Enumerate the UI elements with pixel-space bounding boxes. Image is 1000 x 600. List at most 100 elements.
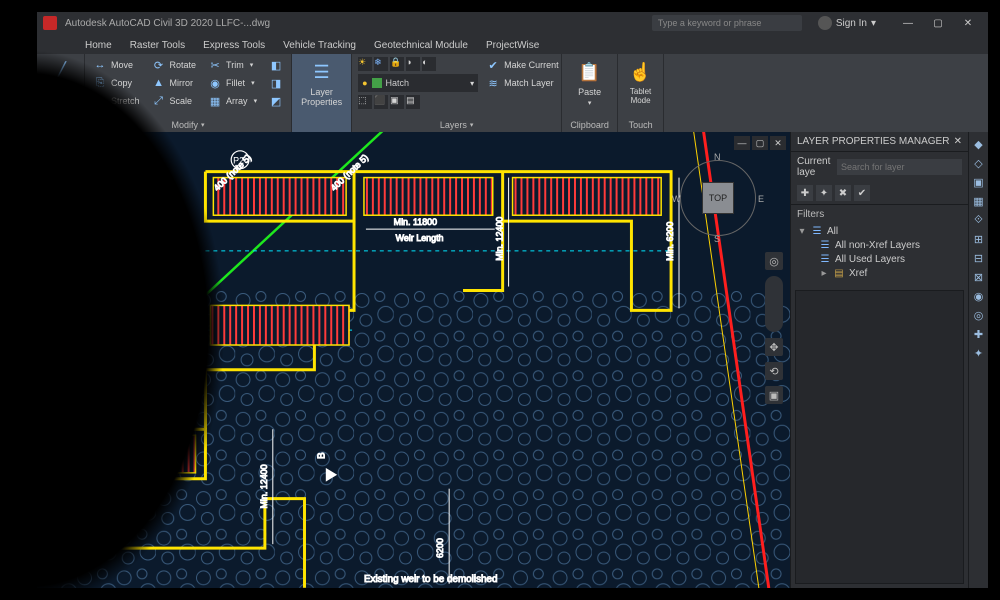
drawing-canvas[interactable]: — ▢ ✕ TOP N S E W ◎ ✥ xyxy=(37,132,790,588)
window-minimize-button[interactable]: — xyxy=(894,14,922,32)
new-layer-vp-button[interactable]: ✦ xyxy=(816,185,832,201)
vt-tool-4[interactable]: ▦ xyxy=(971,193,987,209)
ribbon-panel-layer-properties: ☰ Layer Properties xyxy=(292,54,352,132)
orbit-button[interactable]: ⟲ xyxy=(765,362,783,380)
panel-title-touch: Touch xyxy=(629,120,653,130)
layer-search-input[interactable] xyxy=(837,159,962,175)
chevron-down-icon: ▾ xyxy=(251,79,255,87)
ribbon-panel-draw: ╱ Draw▾ xyxy=(37,54,85,132)
layer-freeze-icon[interactable]: ❄ xyxy=(374,57,388,71)
vt-tool-1[interactable]: ◆ xyxy=(971,136,987,152)
ribbon-tab-home[interactable]: Home xyxy=(77,37,120,54)
account-menu[interactable]: Sign In ▾ xyxy=(818,16,876,30)
chevron-down-icon: ▾ xyxy=(470,121,474,129)
stretch-button[interactable]: ▭Stretch xyxy=(91,93,142,109)
tree-node-xref[interactable]: ▸ ▤ Xref xyxy=(797,266,962,280)
mirror-button[interactable]: ▲Mirror xyxy=(150,75,199,91)
showmotion-button[interactable]: ▣ xyxy=(765,386,783,404)
modify-extra-1-button[interactable]: ◧ xyxy=(267,57,285,73)
ribbon-tabs: Home Raster Tools Express Tools Vehicle … xyxy=(37,34,988,54)
chevron-down-icon: ▾ xyxy=(588,99,592,107)
draw-flyout-button[interactable]: ╱ xyxy=(43,57,78,87)
expand-icon: ▾ xyxy=(797,226,807,237)
doc-minimize-button[interactable]: — xyxy=(734,136,750,150)
vt-tool-3[interactable]: ▣ xyxy=(971,174,987,190)
panel-title-draw: Draw xyxy=(47,120,68,130)
doc-close-button[interactable]: ✕ xyxy=(770,136,786,150)
view-cube-face[interactable]: TOP xyxy=(702,182,734,214)
dim-400-note5-c: 400 (note 5) xyxy=(71,283,113,324)
layer-iso-icon[interactable]: ◐ xyxy=(422,57,436,71)
layer-tool-4[interactable]: ▤ xyxy=(406,95,420,109)
ribbon-tab-express-tools[interactable]: Express Tools xyxy=(195,37,273,54)
vt-tool-5[interactable]: ⟐ xyxy=(971,212,987,228)
layer-properties-manager-palette: LAYER PROPERTIES MANAGER ✕ Current laye … xyxy=(790,132,968,588)
trim-button[interactable]: ✂Trim▾ xyxy=(206,57,259,73)
pan-button[interactable]: ✥ xyxy=(765,338,783,356)
vt-tool-10[interactable]: ◎ xyxy=(971,307,987,323)
layer-tool-3[interactable]: ▣ xyxy=(390,95,404,109)
make-current-button[interactable]: ✔Make Current xyxy=(484,57,561,73)
ribbon-panel-clipboard: 📋 Paste ▾ Clipboard xyxy=(562,54,618,132)
palette-title: LAYER PROPERTIES MANAGER xyxy=(797,136,949,147)
steering-wheel-button[interactable]: ◎ xyxy=(765,252,783,270)
ribbon-tab-vehicle-tracking[interactable]: Vehicle Tracking xyxy=(275,37,364,54)
palette-close-button[interactable]: ✕ xyxy=(954,136,962,147)
ribbon-tab-projectwise[interactable]: ProjectWise xyxy=(478,37,547,54)
ribbon-panel-layers: ☀ ❄ 🔒 ◑ ◐ ● Hatch ▾ xyxy=(352,54,562,132)
move-icon: ↔ xyxy=(93,58,107,72)
vt-tool-8[interactable]: ⊠ xyxy=(971,269,987,285)
set-current-button[interactable]: ✔ xyxy=(854,185,870,201)
window-maximize-button[interactable]: ▢ xyxy=(924,14,952,32)
xref-icon: ▤ xyxy=(833,267,845,279)
delete-layer-button[interactable]: ✖ xyxy=(835,185,851,201)
layer-lock-icon[interactable]: 🔒 xyxy=(390,57,404,71)
filter-icon: ☰ xyxy=(811,225,823,237)
tablet-mode-button[interactable]: ☝ Tablet Mode xyxy=(624,57,657,107)
help-search-input[interactable]: Type a keyword or phrase xyxy=(652,15,802,31)
ribbon-tab-geotechnical[interactable]: Geotechnical Module xyxy=(366,37,476,54)
modify-extra-2-button[interactable]: ◨ xyxy=(267,75,285,91)
tree-node-all-non-xref[interactable]: ☰ All non-Xref Layers xyxy=(797,238,962,252)
tree-node-all[interactable]: ▾ ☰ All xyxy=(797,224,962,238)
compass-e: E xyxy=(758,194,764,204)
dim-min-11800-a: Min. 11800 xyxy=(394,217,437,227)
vt-tool-7[interactable]: ⊟ xyxy=(971,250,987,266)
move-button[interactable]: ↔Move xyxy=(91,57,142,73)
filters-label: Filters xyxy=(791,205,968,222)
match-layer-button[interactable]: ≋Match Layer xyxy=(484,75,561,91)
stretch-icon: ▭ xyxy=(93,94,107,108)
layer-color-icon[interactable]: ◑ xyxy=(406,57,420,71)
current-layer-dropdown[interactable]: ● Hatch ▾ xyxy=(358,74,478,92)
paste-button[interactable]: 📋 Paste ▾ xyxy=(568,57,611,109)
new-layer-button[interactable]: ✚ xyxy=(797,185,813,201)
ribbon-tab-raster-tools[interactable]: Raster Tools xyxy=(122,37,193,54)
vt-tool-9[interactable]: ◉ xyxy=(971,288,987,304)
vt-tool-11[interactable]: ✚ xyxy=(971,326,987,342)
scale-icon: ⤢ xyxy=(152,94,166,108)
right-vertical-toolbar: ◆ ◇ ▣ ▦ ⟐ ⊞ ⊟ ⊠ ◉ ◎ ✚ ✦ xyxy=(968,132,988,588)
view-cube[interactable]: TOP N S E W xyxy=(674,154,762,242)
fillet-button[interactable]: ◉Fillet▾ xyxy=(206,75,259,91)
copy-button[interactable]: ⎘Copy xyxy=(91,75,142,91)
doc-maximize-button[interactable]: ▢ xyxy=(752,136,768,150)
layer-tool-2[interactable]: ⬛ xyxy=(374,95,388,109)
modify-extra-3-button[interactable]: ◩ xyxy=(267,93,285,109)
vt-tool-6[interactable]: ⊞ xyxy=(971,231,987,247)
vt-tool-12[interactable]: ✦ xyxy=(971,345,987,361)
window-close-button[interactable]: ✕ xyxy=(954,14,982,32)
compass-n: N xyxy=(714,152,721,162)
vt-tool-2[interactable]: ◇ xyxy=(971,155,987,171)
scale-button[interactable]: ⤢Scale xyxy=(150,93,199,109)
layer-tool-1[interactable]: ⬚ xyxy=(358,95,372,109)
layer-state-icon[interactable]: ☀ xyxy=(358,57,372,71)
tree-node-all-used[interactable]: ☰ All Used Layers xyxy=(797,252,962,266)
array-button[interactable]: ▦Array▾ xyxy=(206,93,259,109)
layer-properties-button[interactable]: ☰ Layer Properties xyxy=(298,57,345,109)
zoom-slider[interactable] xyxy=(765,276,783,332)
layer-color-swatch xyxy=(372,78,382,88)
rotate-button[interactable]: ⟳Rotate xyxy=(150,57,199,73)
tool-icon: ◨ xyxy=(269,76,283,90)
layer-list-grid[interactable] xyxy=(795,290,964,584)
panel-title-modify: Modify xyxy=(172,120,199,130)
